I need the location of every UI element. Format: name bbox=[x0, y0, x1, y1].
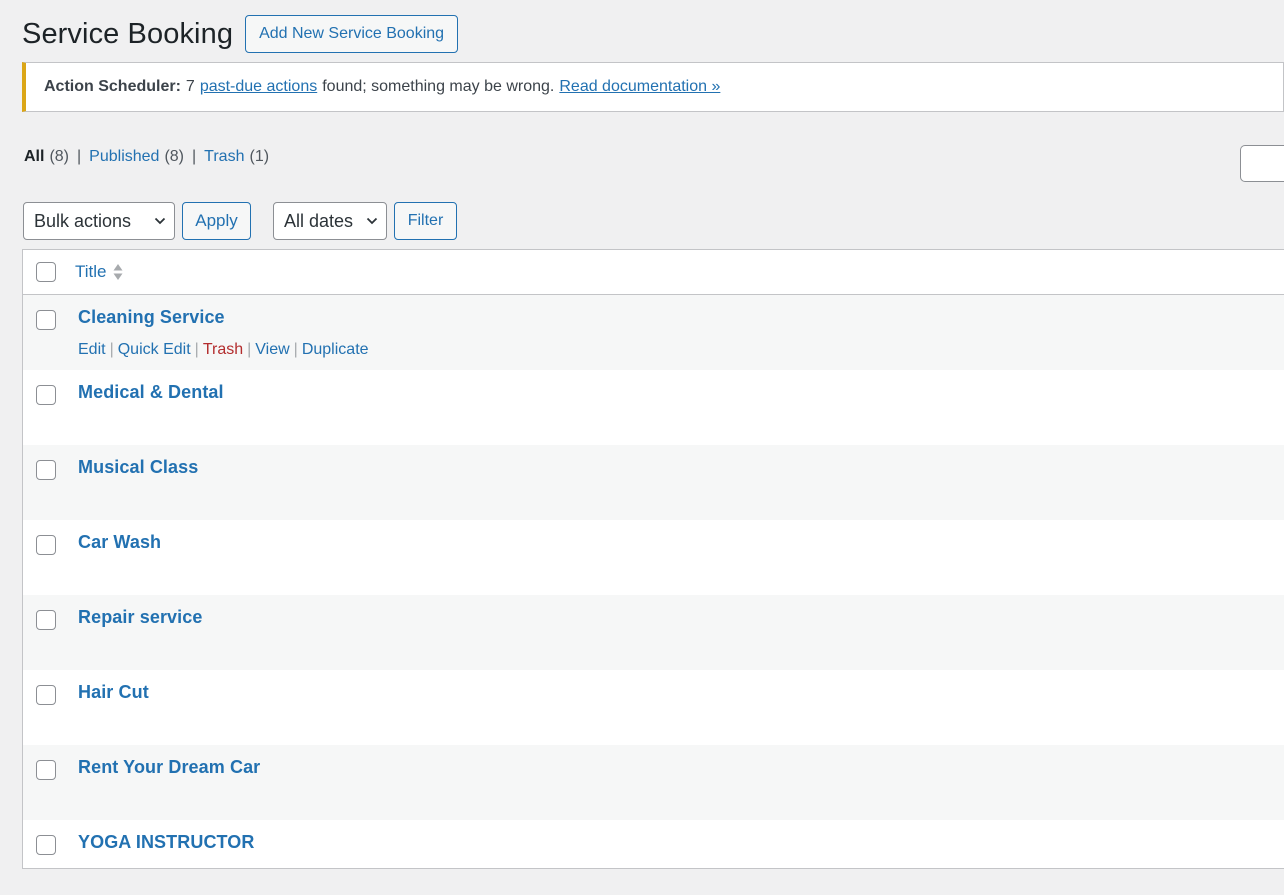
view-separator: | bbox=[77, 148, 82, 165]
view-published[interactable]: Published bbox=[89, 148, 159, 166]
row-title-link[interactable]: Car Wash bbox=[78, 532, 161, 553]
quick-edit-link[interactable]: Quick Edit bbox=[118, 341, 191, 359]
row-action-separator: | bbox=[194, 341, 199, 358]
notice-prefix: Action Scheduler: bbox=[44, 78, 181, 95]
table-row: Cleaning Service Edit | Quick Edit | Trash | V… bbox=[23, 295, 1284, 370]
tablenav-top: Bulk actions Apply All dates Filter bbox=[23, 202, 457, 240]
sort-icon bbox=[113, 264, 122, 280]
post-status-views: All (8) | Published (8) | Trash (1) bbox=[24, 148, 269, 166]
dates-filter-select[interactable]: All dates bbox=[273, 202, 387, 240]
add-new-service-booking-button[interactable]: Add New Service Booking bbox=[245, 15, 459, 53]
row-action-separator: | bbox=[109, 341, 114, 358]
select-all-checkbox[interactable] bbox=[36, 262, 56, 282]
table-row: Medical & Dental bbox=[23, 370, 1284, 445]
posts-table: Title Cleaning Service Edit | Quick Edit | T… bbox=[22, 249, 1284, 869]
past-due-actions-link[interactable]: past-due actions bbox=[200, 78, 317, 96]
read-documentation-link[interactable]: Read documentation » bbox=[559, 78, 720, 96]
row-checkbox[interactable] bbox=[36, 385, 56, 405]
view-trash[interactable]: Trash bbox=[204, 148, 244, 166]
bulk-actions-value: Bulk actions bbox=[34, 210, 132, 231]
column-title-sort[interactable]: Title bbox=[75, 262, 123, 282]
view-trash-count: (1) bbox=[249, 148, 270, 165]
view-separator: | bbox=[192, 148, 197, 165]
row-title-link[interactable]: Rent Your Dream Car bbox=[78, 757, 260, 778]
table-header: Title bbox=[23, 250, 1284, 295]
table-row: Hair Cut bbox=[23, 670, 1284, 745]
filter-button[interactable]: Filter bbox=[394, 202, 457, 240]
view-all-count: (8) bbox=[49, 148, 70, 165]
notice-count: 7 bbox=[185, 78, 195, 95]
trash-link[interactable]: Trash bbox=[203, 341, 243, 359]
column-title-label: Title bbox=[75, 262, 107, 281]
table-row: Musical Class bbox=[23, 445, 1284, 520]
row-action-separator: | bbox=[293, 341, 298, 358]
row-action-separator: | bbox=[247, 341, 252, 358]
row-actions: Edit | Quick Edit | Trash | View | Duplicate bbox=[78, 341, 369, 359]
page-header: Service Booking Add New Service Booking bbox=[22, 15, 459, 53]
view-link[interactable]: View bbox=[255, 341, 289, 359]
table-body: Cleaning Service Edit | Quick Edit | Trash | V… bbox=[23, 295, 1284, 895]
row-checkbox[interactable] bbox=[36, 835, 56, 855]
edit-link[interactable]: Edit bbox=[78, 341, 106, 359]
apply-button[interactable]: Apply bbox=[182, 202, 251, 240]
table-row: Repair service bbox=[23, 595, 1284, 670]
table-row: Rent Your Dream Car bbox=[23, 745, 1284, 820]
row-title-link[interactable]: Hair Cut bbox=[78, 682, 149, 703]
row-checkbox[interactable] bbox=[36, 460, 56, 480]
search-input[interactable] bbox=[1240, 145, 1284, 182]
duplicate-link[interactable]: Duplicate bbox=[302, 341, 369, 359]
row-title-link[interactable]: Medical & Dental bbox=[78, 382, 224, 403]
row-title-link[interactable]: Musical Class bbox=[78, 457, 198, 478]
chevron-down-icon bbox=[154, 217, 166, 225]
chevron-down-icon bbox=[366, 217, 378, 225]
action-scheduler-notice: Action Scheduler: 7 past-due actions fou… bbox=[22, 62, 1284, 112]
table-row: YOGA INSTRUCTOR bbox=[23, 820, 1284, 895]
notice-suffix: found; something may be wrong. bbox=[322, 78, 555, 95]
view-all[interactable]: All bbox=[24, 148, 44, 166]
row-checkbox[interactable] bbox=[36, 685, 56, 705]
row-checkbox[interactable] bbox=[36, 760, 56, 780]
row-title-link[interactable]: Cleaning Service bbox=[78, 307, 225, 328]
dates-filter-value: All dates bbox=[284, 210, 354, 231]
row-checkbox[interactable] bbox=[36, 610, 56, 630]
row-checkbox[interactable] bbox=[36, 535, 56, 555]
table-row: Car Wash bbox=[23, 520, 1284, 595]
page-title: Service Booking bbox=[22, 17, 234, 50]
row-title-link[interactable]: Repair service bbox=[78, 607, 202, 628]
row-checkbox[interactable] bbox=[36, 310, 56, 330]
bulk-actions-select[interactable]: Bulk actions bbox=[23, 202, 175, 240]
view-published-count: (8) bbox=[164, 148, 185, 165]
